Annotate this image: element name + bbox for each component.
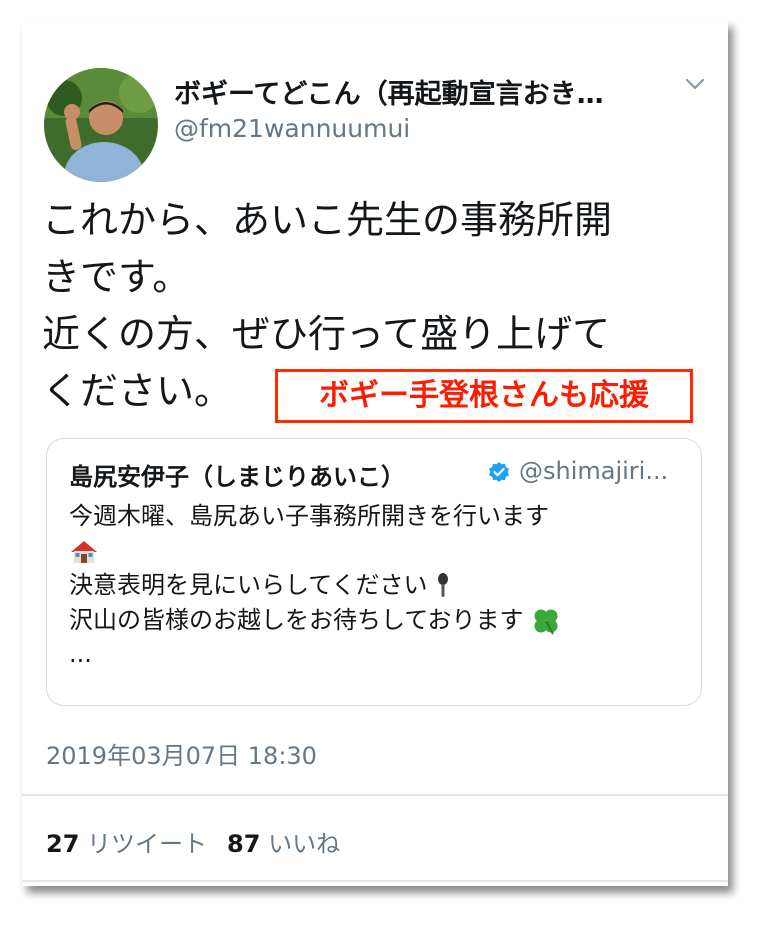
chevron-down-icon[interactable] [684, 76, 706, 92]
user-handle[interactable]: @fm21wannuumui [174, 114, 410, 143]
quoted-user-handle: @shimajiri... [519, 457, 669, 485]
quoted-text-line: 今週木曜、島尻あい子事務所開きを行います [69, 502, 549, 530]
retweet-count: 27 [46, 830, 80, 858]
tweet-stats: 27 リツイート 87 いいね [46, 824, 340, 859]
avatar[interactable] [44, 68, 158, 182]
quoted-display-name: 島尻安伊子（しまじりあいこ） [69, 463, 405, 491]
retweet-label: リツイート [87, 830, 208, 858]
tweet-text-line: これから、あいこ先生の事務所開 [42, 198, 613, 242]
quoted-text-line [69, 534, 561, 569]
avatar-photo [44, 68, 158, 182]
tweet-screenshot: ボギーてどこん（再起動宣言おき… @fm21wannuumui これから、あいこ… [22, 20, 728, 886]
annotation-label: ボギー手登根さんも応援 [275, 369, 693, 423]
like-stat[interactable]: 87 いいね [227, 830, 340, 858]
tweet-timestamp[interactable]: 2019年03月07日 18:30 [46, 736, 317, 771]
quoted-text-line: ... [69, 640, 92, 668]
microphone-icon [438, 573, 449, 597]
tweet-text-line: 近くの方、ぜひ行って盛り上げて [42, 312, 611, 356]
display-name[interactable]: ボギーてどこん（再起動宣言おき… [174, 72, 604, 111]
verified-badge-icon [489, 462, 509, 482]
divider [22, 794, 728, 796]
like-count: 87 [227, 830, 261, 858]
quoted-text-line: 沢山の皆様のお越しをお待ちしております [69, 603, 561, 638]
quoted-tweet-card[interactable]: 島尻安伊子（しまじりあいこ） @shimajiri... 今週木曜、島尻あい子事… [46, 438, 702, 706]
like-label: いいね [268, 830, 341, 858]
divider [22, 880, 728, 882]
retweet-stat[interactable]: 27 リツイート [46, 830, 207, 858]
quoted-text-line: 決意表明を見にいらしてください [69, 568, 561, 603]
tweet-text-line: きです。 [42, 255, 191, 299]
four-leaf-clover-icon [534, 609, 558, 634]
quoted-tweet-text: 今週木曜、島尻あい子事務所開きを行います 決意表明を見にいらしてください 沢山の… [69, 499, 561, 672]
house-icon [71, 540, 97, 563]
